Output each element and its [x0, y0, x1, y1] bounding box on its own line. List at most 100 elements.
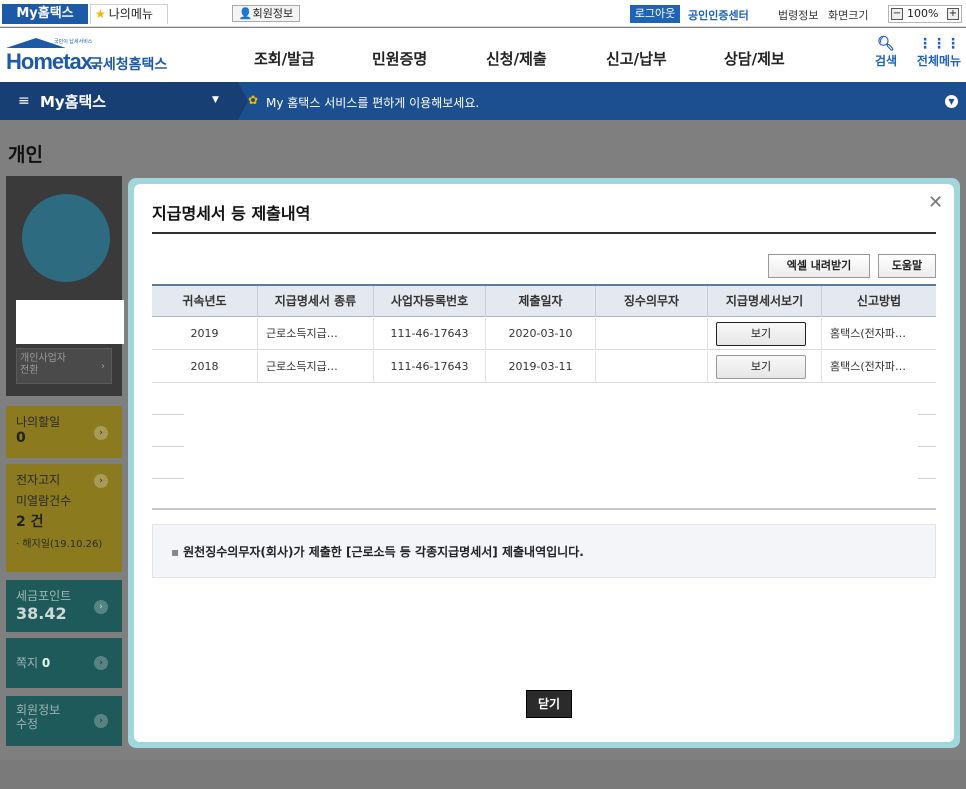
bullet-icon: ▪: [171, 545, 180, 559]
help-button[interactable]: 도움말: [878, 254, 936, 278]
cell-payer: [596, 318, 708, 350]
cell-payer: [596, 351, 708, 383]
close-button[interactable]: 닫기: [526, 690, 572, 718]
search-button[interactable]: 🔍︎ 검색: [872, 36, 900, 69]
todo-card[interactable]: 나의할일 0 ›: [6, 406, 122, 458]
e-notice-card[interactable]: 전자고지 미열람건수 2 건 · 해지일(19.10.26) ›: [6, 464, 122, 572]
cell-view: 보기: [708, 318, 822, 350]
footer-strip: [0, 760, 966, 789]
empty-row-line: [152, 414, 184, 415]
e-notice-count: 2 건: [16, 514, 44, 530]
my-menu-tab[interactable]: ★ 나의메뉴: [90, 4, 168, 24]
logo-wordmark: Hometax.: [6, 49, 98, 74]
table-row[interactable]: 2019 근로소득지급… 111-46-17643 2020-03-10 보기 …: [152, 318, 936, 350]
chevron-down-circle-icon[interactable]: ▼: [945, 95, 958, 108]
empty-row-line: [918, 414, 936, 415]
top-utility-bar: My홈택스 ★ 나의메뉴 👤회원정보 로그아웃 공인인증센터 법령정보 화면크기 …: [0, 0, 966, 27]
my-hometax-menu-toggle[interactable]: ≡ My홈택스 ▼: [0, 82, 238, 120]
chevron-right-icon: ›: [94, 656, 108, 670]
main-header: 국민이 납세서비스 Hometax. 국세청홈택스 조회/발급 민원증명 신청/…: [0, 28, 966, 82]
gnb-consult-report[interactable]: 상담/제보: [724, 48, 785, 69]
hometax-logo[interactable]: 국민이 납세서비스 Hometax. 국세청홈택스: [6, 38, 192, 74]
gnb-civil-certificate[interactable]: 민원증명: [372, 48, 427, 69]
law-info-link[interactable]: 법령정보: [778, 7, 818, 23]
cell-type: 근로소득지급…: [258, 318, 374, 350]
col-type[interactable]: 지급명세서 종류: [258, 286, 374, 317]
cell-date: 2019-03-11: [486, 351, 596, 383]
note-card[interactable]: 쪽지 0 ›: [6, 638, 122, 688]
col-payer[interactable]: 징수의무자: [596, 286, 708, 317]
grid-header: 귀속년도 지급명세서 종류 사업자등록번호 제출일자 징수의무자 지급명세서보기…: [152, 286, 936, 317]
cell-biz-no: 111-46-17643: [374, 351, 486, 383]
grid-bottom-border: [152, 508, 936, 510]
view-statement-button[interactable]: 보기: [716, 322, 806, 346]
navbar-message: My 홈택스 서비스를 편하게 이용해보세요.: [266, 96, 480, 110]
col-date[interactable]: 제출일자: [486, 286, 596, 317]
navbar-title: My홈택스: [40, 93, 107, 111]
table-row[interactable]: 2018 근로소득지급… 111-46-17643 2019-03-11 보기 …: [152, 351, 936, 383]
won-globe-icon: [22, 194, 110, 282]
zoom-level: 100%: [907, 7, 939, 20]
member-info-button[interactable]: 👤회원정보: [232, 5, 300, 22]
biz-switch-button[interactable]: 개인사업자 전환 ›: [16, 348, 112, 384]
cell-date: 2020-03-10: [486, 318, 596, 350]
chevron-right-icon: ›: [94, 474, 108, 488]
e-notice-unread-label: 미열람건수: [16, 494, 72, 508]
logout-button[interactable]: 로그아웃: [630, 5, 680, 23]
col-biz-no[interactable]: 사업자등록번호: [374, 286, 486, 317]
note-label: 쪽지: [16, 656, 39, 670]
tax-point-card[interactable]: 세금포인트 38.42 ›: [6, 580, 122, 632]
caret-down-icon: ▼: [212, 95, 219, 105]
chevron-right-icon: ›: [94, 600, 108, 614]
info-notice-box: ▪ 원천징수의무자(회사)가 제출한 [근로소득 등 각종지급명세서] 제출내역입…: [152, 524, 936, 578]
biz-switch-label: 개인사업자 전환: [20, 353, 66, 376]
page-title: 개인: [8, 144, 43, 166]
empty-row-line: [918, 446, 936, 447]
cell-biz-no: 111-46-17643: [374, 318, 486, 350]
flower-icon: ✿: [248, 93, 259, 107]
profile-name-box: [16, 300, 124, 344]
zoom-control: − 100% +: [888, 5, 962, 23]
cell-type: 근로소득지급…: [258, 351, 374, 383]
logo-subtitle: 국세청홈택스: [90, 57, 168, 73]
search-label: 검색: [874, 54, 898, 68]
empty-row-line: [152, 478, 184, 479]
view-statement-button[interactable]: 보기: [716, 355, 806, 379]
close-icon[interactable]: ✕: [928, 192, 943, 213]
submission-history-modal: 지급명세서 등 제출내역 ✕ 엑셀 내려받기 도움말 귀속년도 지급명세서 종류…: [134, 184, 954, 742]
navbar-arrow-shape: [238, 82, 248, 120]
member-edit-card[interactable]: 회원정보 수정 ›: [6, 696, 122, 746]
chevron-right-icon: ›: [101, 361, 105, 372]
col-year[interactable]: 귀속년도: [152, 286, 258, 317]
cell-method: 홈택스(전자파…: [830, 360, 907, 373]
star-icon: ★: [95, 7, 106, 21]
gnb-report-pay[interactable]: 신고/납부: [606, 48, 667, 69]
screen-size-label: 화면크기: [828, 9, 869, 22]
col-view[interactable]: 지급명세서보기: [708, 286, 822, 317]
empty-row-line: [152, 446, 184, 447]
zoom-out-button[interactable]: −: [891, 8, 903, 20]
col-method[interactable]: 신고방법: [822, 286, 936, 317]
title-divider: [152, 232, 936, 234]
cell-method: 홈택스(전자파…: [830, 327, 907, 340]
my-menu-label: 나의메뉴: [108, 7, 153, 21]
excel-download-button[interactable]: 엑셀 내려받기: [768, 254, 870, 278]
gnb-apply-submit[interactable]: 신청/제출: [486, 48, 547, 69]
note-count: 0: [41, 656, 51, 670]
member-info-label: 회원정보: [252, 7, 294, 20]
all-menu-button[interactable]: ⋮⋮⋮ 전체메뉴: [914, 36, 964, 69]
chevron-right-icon: ›: [94, 426, 108, 440]
cell-year: 2018: [152, 351, 258, 383]
gnb-inquiry-issue[interactable]: 조회/발급: [254, 48, 315, 69]
info-notice-text: ▪ 원천징수의무자(회사)가 제출한 [근로소득 등 각종지급명세서] 제출내역입…: [171, 543, 584, 560]
cert-center-link[interactable]: 공인인증센터: [688, 7, 749, 23]
person-icon: 👤: [238, 7, 253, 20]
cell-year: 2019: [152, 318, 258, 350]
hamburger-icon: ≡: [18, 93, 30, 109]
profile-card: 개인사업자 전환 ›: [6, 176, 124, 396]
info-notice-message: 원천징수의무자(회사)가 제출한 [근로소득 등 각종지급명세서] 제출내역입니…: [183, 545, 584, 559]
my-hometax-tab[interactable]: My홈택스: [2, 4, 88, 24]
all-menu-label: 전체메뉴: [916, 54, 962, 68]
modal-title: 지급명세서 등 제출내역: [152, 204, 311, 223]
zoom-in-button[interactable]: +: [947, 8, 959, 20]
